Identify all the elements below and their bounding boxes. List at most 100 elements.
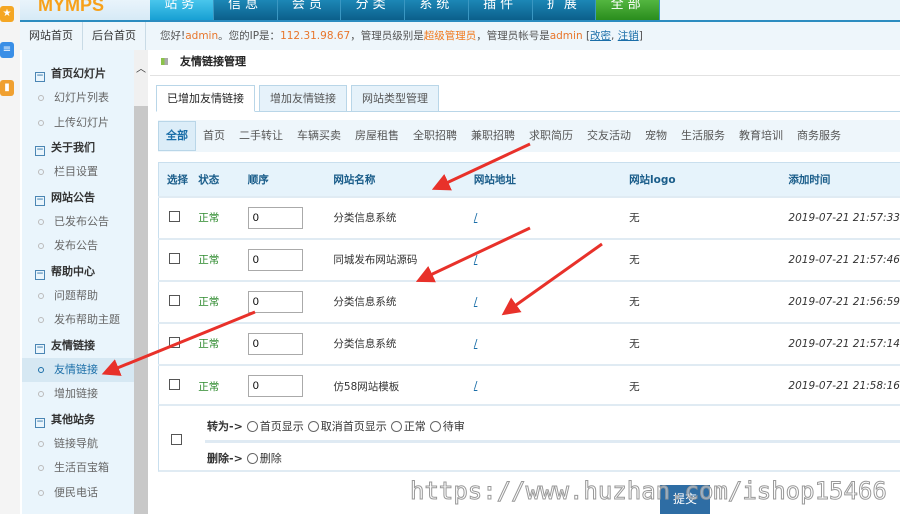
sidebar-group[interactable]: − 首页幻灯片 [22,61,134,86]
logo-cell: 无 [629,237,789,281]
order-input[interactable] [247,375,303,397]
bullet-icon [38,95,44,101]
nav-tab[interactable]: 会员 [278,0,342,20]
sidebar-item[interactable]: 生活百宝箱 [22,456,134,481]
delete-radio[interactable] [246,453,258,464]
order-input[interactable] [247,332,303,355]
category-tab[interactable]: 房屋租售 [348,122,406,150]
sidebar-item[interactable]: 增加链接 [22,382,134,407]
sidebar-group[interactable]: − 关于我们 [22,135,134,160]
category-tab[interactable]: 全职招聘 [406,122,464,150]
nav-tab[interactable]: 站务 [150,0,214,20]
user-info: 您好!admin。您的IP是：112.31.98.67，管理员级别是超级管理员，… [160,30,643,42]
url-link[interactable]: / [473,195,630,239]
convert-radio[interactable] [429,421,441,432]
category-tab[interactable]: 首页 [196,122,232,150]
nav-tab[interactable]: 分类 [341,0,405,20]
document-icon[interactable]: ≡ [0,42,14,58]
nav-tab[interactable]: 扩展 [533,0,597,20]
collapse-icon[interactable]: − [35,72,45,82]
convert-option-label: 取消首页显示 [320,420,387,433]
sidebar-item[interactable]: 便民电话 [22,481,134,506]
level: 超级管理员 [423,30,477,42]
sidebar-group[interactable]: − 其他站务 [22,407,134,432]
sidebar-item[interactable]: 上传幻灯片 [22,111,134,136]
row-checkbox[interactable] [169,294,180,306]
sidebar-group[interactable]: − 网站公告 [22,185,134,210]
site-home-link[interactable]: 网站首页 [20,22,83,50]
collapse-icon[interactable]: − [35,269,45,280]
row-checkbox[interactable] [169,210,180,222]
convert-radio[interactable] [390,421,402,432]
sidebar-group[interactable]: − 友情链接 [22,333,134,358]
scrollbar-thumb[interactable] [134,106,148,514]
tab-added-links[interactable]: 已增加友情链接 [156,85,255,112]
sidebar-item[interactable]: 链接导航 [22,432,134,457]
category-tab[interactable]: 兼职招聘 [464,122,522,150]
order-input[interactable] [247,248,303,271]
status-cell: 正常 [198,321,248,365]
category-tab[interactable]: 交友活动 [580,122,638,150]
bullet-icon [38,243,44,249]
level-label: ，管理员级别是 [350,30,424,42]
sidebar-group[interactable]: − 帮助中心 [22,259,134,284]
order-cell [247,195,334,239]
category-tab[interactable]: 全部 [158,121,196,151]
change-password-link[interactable]: 改密 [590,30,611,42]
column-header: 网站地址 [473,162,630,197]
category-tab[interactable]: 宠物 [638,122,674,150]
sidebar-item[interactable]: 问题帮助 [22,284,134,309]
bookmark-icon[interactable]: ▮ [0,80,14,96]
order-cell [247,237,334,281]
bulk-actions: 转为-> 首页显示 取消首页显示 正常 待审 删除-> 删除 [158,404,900,472]
sidebar-scrollbar[interactable]: ︿ [134,50,148,514]
star-icon[interactable]: ★ [0,6,14,22]
nav-tab-all[interactable]: 全部 [596,0,660,20]
row-checkbox[interactable] [169,336,180,348]
row-checkbox[interactable] [169,379,180,390]
order-input[interactable] [247,206,303,229]
category-tab[interactable]: 求职简历 [522,122,580,150]
links-table: 选择状态顺序网站名称网站地址网站logo添加时间 正常分类信息系统/无2019-… [158,162,900,407]
order-input[interactable] [247,290,303,313]
tab-add-link[interactable]: 增加友情链接 [259,85,347,112]
convert-label: 转为-> [207,420,243,433]
page-title-text: 友情链接管理 [180,55,246,68]
url-link[interactable]: / [473,363,630,407]
table-row: 正常 分类信息系统/无2019-07-21 21:57:33 [158,195,900,239]
collapse-icon[interactable]: − [35,343,45,354]
sidebar-item-label: 增加链接 [54,387,98,400]
sidebar-item[interactable]: 栏目设置 [22,160,134,185]
url-link[interactable]: / [473,237,630,281]
order-cell [247,363,334,407]
admin-home-link[interactable]: 后台首页 [83,22,146,50]
sidebar-item[interactable]: 发布帮助主题 [22,308,134,333]
nav-tab[interactable]: 信息 [214,0,278,20]
select-all-checkbox[interactable] [171,434,182,445]
sidebar-item[interactable]: 幻灯片列表 [22,86,134,111]
category-tab[interactable]: 车辆买卖 [290,122,348,150]
convert-radio[interactable] [246,421,258,432]
category-tab[interactable]: 教育培训 [732,122,790,150]
category-tab[interactable]: 生活服务 [674,122,732,150]
scroll-up-icon[interactable]: ︿ [136,60,146,75]
nav-tab[interactable]: 系统 [405,0,469,20]
nav-tab[interactable]: 插件 [469,0,533,20]
row-checkbox[interactable] [169,252,180,264]
category-tab[interactable]: 商务服务 [790,122,848,150]
sidebar-item[interactable]: 友情链接 [22,357,134,382]
sidebar-item-label: 已发布公告 [54,214,109,228]
sidebar-item[interactable]: 发布公告 [22,234,134,259]
sidebar-item[interactable]: 已发布公告 [22,210,134,235]
convert-radio[interactable] [307,421,319,432]
url-link[interactable]: / [473,321,630,365]
collapse-icon[interactable]: − [35,146,45,156]
category-tab[interactable]: 二手转让 [232,122,290,150]
collapse-icon[interactable]: − [35,195,45,206]
tab-site-types[interactable]: 网站类型管理 [351,85,439,112]
url-link[interactable]: / [473,279,630,323]
title-icon [161,58,168,65]
name-cell: 仿58网站模板 [333,363,474,407]
collapse-icon[interactable]: − [35,417,45,428]
logout-link[interactable]: 注销 [618,30,639,42]
